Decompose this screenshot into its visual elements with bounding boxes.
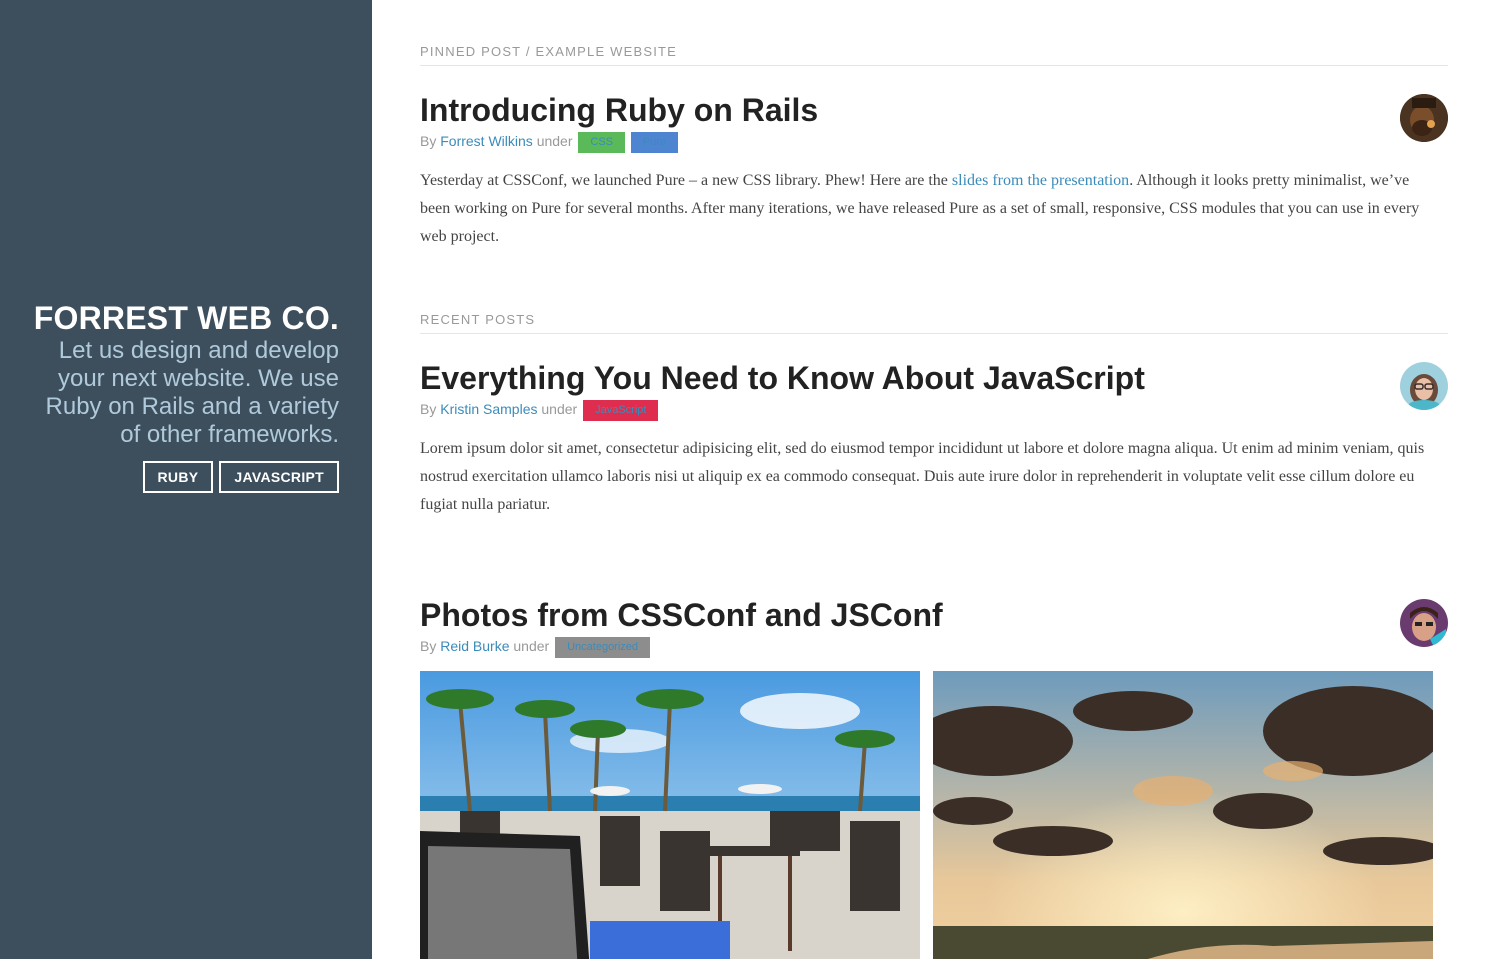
post-meta: By Reid Burke under Uncategorized [420, 636, 1448, 658]
avatar-forrest[interactable] [1400, 94, 1448, 142]
meta-under: under [513, 637, 550, 654]
avatar-kristin[interactable] [1400, 362, 1448, 410]
post-body-text: Yesterday at CSSConf, we launched Pure –… [420, 171, 952, 189]
tag-javascript[interactable]: JavaScript [583, 399, 659, 421]
tag-pure[interactable]: Pure [630, 131, 679, 153]
meta-by: By [420, 401, 437, 417]
nav-button-ruby[interactable]: RUBY [142, 461, 214, 493]
post-title[interactable]: Photos from CSSConf and JSConf [420, 597, 1448, 633]
meta-under: under [536, 133, 573, 149]
post-title[interactable]: Everything You Need to Know About JavaSc… [420, 360, 1448, 396]
author-link[interactable]: Reid Burke [440, 638, 509, 654]
slides-link[interactable]: slides from the presentation [952, 172, 1129, 189]
avatar-reid[interactable] [1400, 598, 1448, 647]
post-body: Yesterday at CSSConf, we launched Pure –… [420, 167, 1438, 251]
meta-by: By [420, 133, 437, 149]
post-body: Lorem ipsum dolor sit amet, consectetur … [420, 439, 1425, 513]
post-javascript: Everything You Need to Know About JavaSc… [420, 360, 1448, 519]
post-pinned: Introducing Ruby on Rails By Forrest Wil… [420, 92, 1448, 251]
photo-gallery [420, 670, 1448, 959]
sidebar: FORREST WEB CO. Let us design and develo… [0, 0, 372, 959]
pinned-section: PINNED POST / EXAMPLE WEBSITE Introducin… [420, 44, 1448, 251]
meta-under: under [541, 401, 578, 417]
tag-uncategorized[interactable]: Uncategorized [555, 636, 651, 658]
author-link[interactable]: Kristin Samples [440, 401, 537, 417]
nav-button-javascript[interactable]: JAVASCRIPT [219, 461, 339, 493]
brand-header: FORREST WEB CO. Let us design and develo… [19, 300, 339, 493]
photo-sunset[interactable] [933, 670, 1433, 959]
section-header-recent: RECENT POSTS [420, 312, 1448, 334]
brand-title: FORREST WEB CO. [33, 300, 339, 336]
tag-css[interactable]: CSS [578, 131, 626, 153]
section-header-pinned: PINNED POST / EXAMPLE WEBSITE [420, 44, 1448, 66]
post-meta: By Kristin Samples under JavaScript [420, 399, 1448, 421]
recent-section: RECENT POSTS Everything You Need to Know… [420, 312, 1448, 959]
nav-list: RUBY JAVASCRIPT [19, 461, 339, 493]
post-meta: By Forrest Wilkins under CSS Pure [420, 131, 1448, 153]
photo-patio[interactable] [420, 670, 920, 959]
post-photos: Photos from CSSConf and JSConf By Reid B… [420, 597, 1448, 959]
brand-tagline: Let us design and develop your next webs… [45, 337, 339, 448]
post-title[interactable]: Introducing Ruby on Rails [420, 92, 1448, 128]
author-link[interactable]: Forrest Wilkins [440, 133, 533, 149]
meta-by: By [420, 637, 437, 654]
